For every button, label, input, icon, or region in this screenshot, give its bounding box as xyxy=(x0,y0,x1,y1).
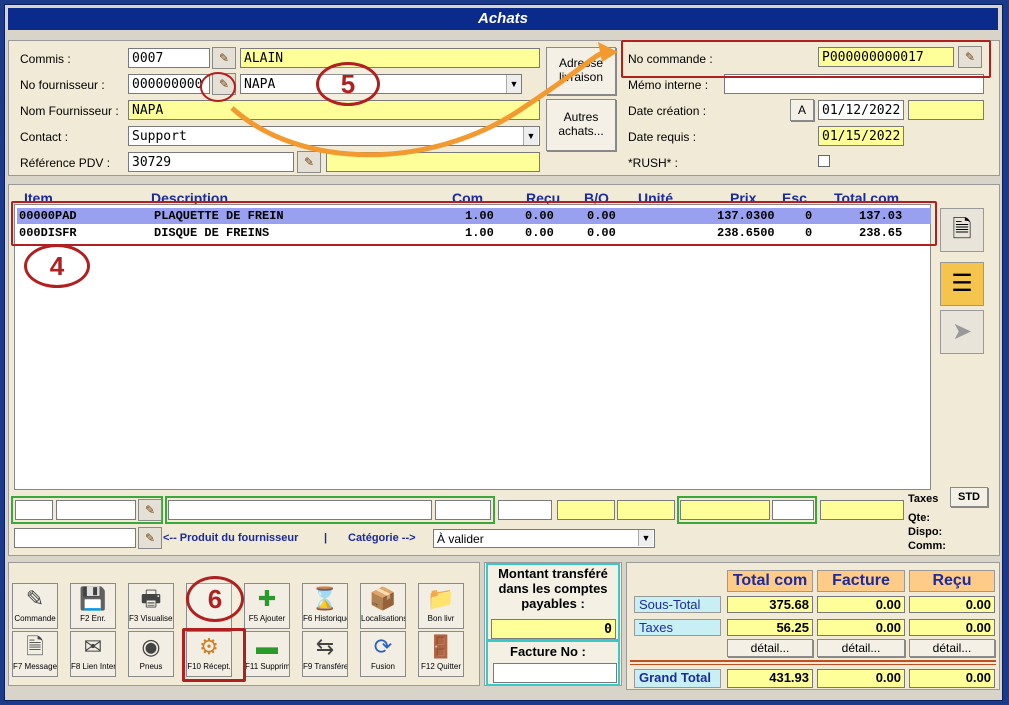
annotation-arrow xyxy=(230,42,618,158)
